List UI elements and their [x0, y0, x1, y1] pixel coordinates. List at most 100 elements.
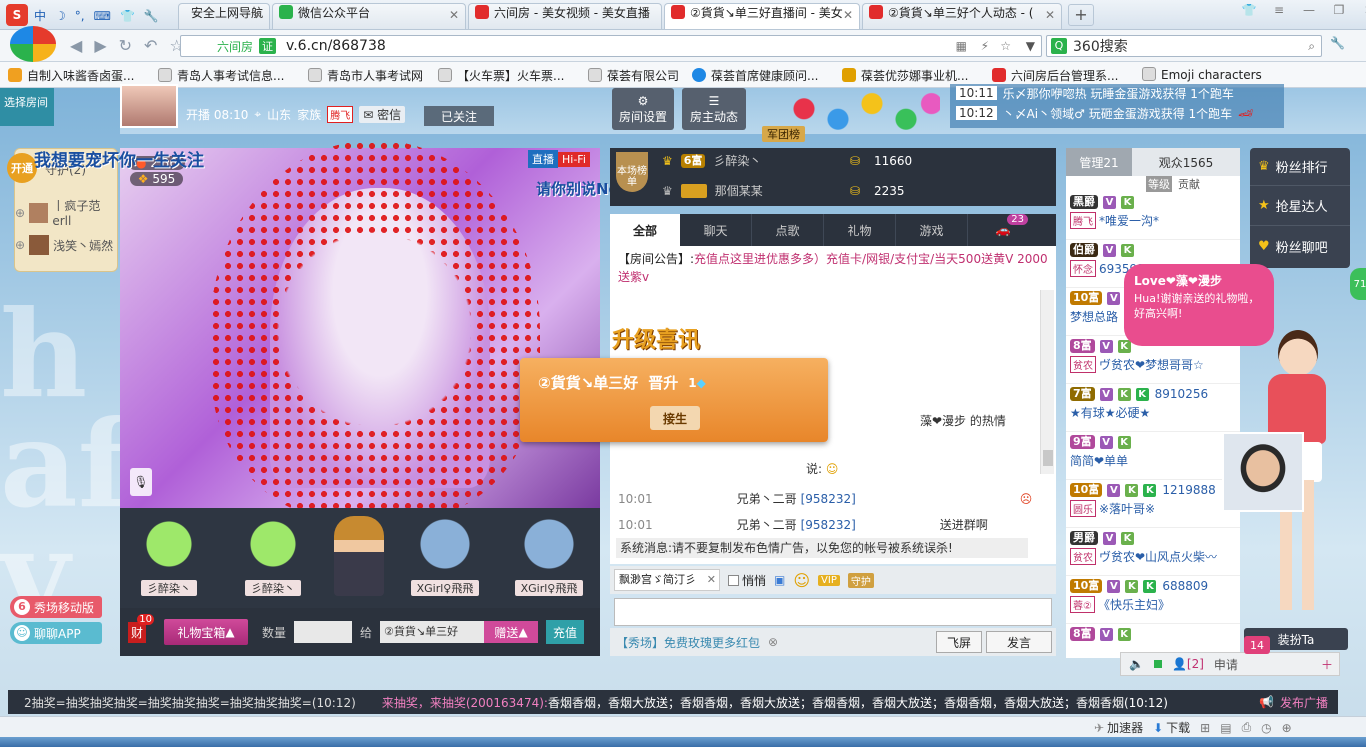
audience-name[interactable]: *唯爱一沟*	[1099, 212, 1159, 229]
audience-name[interactable]: 简简❤单单	[1070, 452, 1128, 469]
recipient-select[interactable]: ②貨貨↘单三好	[380, 621, 485, 643]
room-settings-button[interactable]: ⚙ 房间设置	[612, 88, 674, 130]
punctuation-icon[interactable]: °,	[75, 9, 85, 23]
tools-icon[interactable]: 🔧	[144, 9, 159, 23]
guard-item[interactable]: ⊕ 浅笑丶嫣然	[15, 235, 113, 255]
image-icon[interactable]: ▣	[774, 573, 785, 587]
bookmark-item[interactable]: 葆荟首席健康顾问...	[692, 67, 818, 84]
gift-box-button[interactable]: 礼物宝箱 ▲	[164, 619, 249, 645]
qr-icon[interactable]: ▦	[956, 39, 967, 53]
clock-icon[interactable]: ◷	[1261, 721, 1271, 735]
vip-button[interactable]: VIP	[818, 574, 840, 586]
close-icon[interactable]: ✕	[843, 8, 853, 22]
promo-link[interactable]: 【秀场】免费玫瑰更多红包	[616, 634, 760, 651]
maximize-icon[interactable]: ❐	[1326, 3, 1352, 17]
apply-button[interactable]: 申请	[1214, 656, 1238, 673]
bookmark-item[interactable]: 葆荟优莎娜事业机...	[842, 67, 968, 84]
browser-logo-icon[interactable]: S	[6, 4, 28, 26]
bookmark-item[interactable]: 青岛市人事考试网	[308, 67, 423, 84]
send-button[interactable]: 发言	[986, 631, 1052, 653]
shirt-icon[interactable]: 👕	[1236, 3, 1262, 17]
wrench-icon[interactable]: 🔧	[1330, 36, 1345, 50]
bookmark-item[interactable]: 【火车票】火车票...	[438, 67, 564, 84]
chat-input[interactable]	[614, 598, 1052, 626]
mic-icon[interactable]: 🎙	[130, 468, 152, 496]
accelerator-button[interactable]: ✈ 加速器	[1094, 719, 1143, 736]
menu-icon[interactable]: ≡	[1266, 3, 1292, 17]
bookmark-item[interactable]: Emoji characters	[1142, 67, 1262, 82]
close-window-icon[interactable]: ✕	[1356, 3, 1366, 17]
close-icon[interactable]: ✕	[449, 8, 459, 22]
anchor-avatar[interactable]	[120, 84, 178, 128]
refresh-icon[interactable]: ↻	[119, 36, 132, 55]
undo-icon[interactable]: ↶	[144, 36, 157, 55]
host-photo[interactable]	[1222, 432, 1304, 512]
guard-button[interactable]: 守护	[847, 572, 874, 588]
tab-admins[interactable]: 管理21	[1066, 148, 1132, 176]
audience-row[interactable]: 黑爵 V K 腾飞 *唯爱一沟*	[1066, 192, 1240, 240]
quantity-input[interactable]	[294, 621, 353, 643]
audience-row[interactable]: 10富 V K K 1219888 圆乐 ※落叶哥※	[1066, 480, 1240, 528]
tab-live-room[interactable]: ②貨貨↘单三好直播间 - 美女 ✕	[664, 3, 860, 29]
url-text[interactable]: v.6.cn/868738	[286, 38, 386, 54]
private-message-button[interactable]: ✉ 密信	[359, 106, 406, 123]
new-tab-button[interactable]: +	[1068, 4, 1094, 26]
select-room-tab[interactable]: 选择房间	[0, 88, 54, 126]
back-icon[interactable]: ◀	[70, 36, 82, 55]
gift-user[interactable]: XGirl♀飛飛	[402, 516, 488, 596]
followed-button[interactable]: 已关注	[424, 106, 494, 126]
bookmark-item[interactable]: 葆荟有限公司	[588, 67, 679, 84]
recharge-button[interactable]: 充值	[546, 620, 585, 644]
tab-songs[interactable]: 点歌	[752, 214, 824, 246]
tab-safe-nav[interactable]: 安全上网导航 ✕	[178, 3, 270, 29]
audience-row[interactable]: 男爵 V K 贫农 ヴ贫农❤山风点火柴〰	[1066, 528, 1240, 576]
search-engine-icon[interactable]: Q	[1051, 38, 1067, 54]
audience-name[interactable]: ヴ贫农❤梦想哥哥☆	[1099, 356, 1204, 373]
browser-360-logo[interactable]	[10, 26, 56, 62]
close-icon[interactable]: ✕	[707, 570, 716, 590]
dropdown-icon[interactable]: ▼	[1026, 39, 1035, 53]
host-news-button[interactable]: ☰ 房主动态	[682, 88, 746, 130]
audience-name[interactable]: ★有球★必硬★	[1070, 404, 1150, 421]
tab-audience[interactable]: 观众1565	[1132, 148, 1240, 176]
audience-row[interactable]: 9富 V K 简简❤单单	[1066, 432, 1240, 480]
plus-icon[interactable]: ＋	[1321, 656, 1333, 673]
emoji-icon[interactable]: ☺	[793, 571, 810, 590]
audience-name[interactable]: 《快乐主妇》	[1098, 596, 1170, 613]
gift-user[interactable]: XGirl♀飛飛	[506, 516, 592, 596]
broadcast-button[interactable]: 📢 发布广播	[1249, 690, 1338, 714]
message-count-badge[interactable]: 14	[1244, 636, 1270, 654]
tab-profile[interactable]: ②貨貨↘单三好个人动态 - (✕	[862, 3, 1062, 29]
print-icon[interactable]: ⎙	[1242, 720, 1252, 735]
present-button[interactable]: 赠送 ▲	[484, 621, 539, 643]
bookmark-item[interactable]: 六间房后台管理系...	[992, 67, 1118, 84]
tab-all[interactable]: 全部	[610, 214, 680, 246]
close-icon[interactable]: ✕	[1045, 8, 1055, 22]
flash-icon[interactable]: ⚡	[981, 39, 989, 53]
guard-item[interactable]: ⊕ 丨疯子范erll	[15, 197, 117, 228]
volume-icon[interactable]: 🔈	[1129, 657, 1144, 671]
whisper-checkbox[interactable]: 悄悄	[728, 572, 766, 589]
chat-app-link[interactable]: ☺ 聊聊APP	[10, 622, 102, 644]
gift-user-figure[interactable]	[334, 516, 384, 596]
search-box[interactable]: Q 360搜索 ⌕	[1046, 35, 1322, 57]
tab-gifts[interactable]: 礼物	[824, 214, 896, 246]
audience-row[interactable]: 7富 V K K 8910256 ★有球★必硬★	[1066, 384, 1240, 432]
tab-cars[interactable]: 🚗 23	[968, 214, 1038, 246]
scrollbar-thumb[interactable]	[1043, 450, 1053, 466]
tab-wechat[interactable]: 微信公众平台 ✕	[272, 3, 466, 29]
close-icon[interactable]: ✕	[253, 8, 263, 22]
top-list-row[interactable]: ♛ 那個某某 ⛁ 2235	[662, 182, 905, 199]
checkbox-icon[interactable]	[728, 574, 739, 586]
accept-button[interactable]: 接生	[650, 406, 700, 430]
audience-name[interactable]: 梦想总路	[1070, 308, 1118, 325]
fly-screen-button[interactable]: 飞屏	[936, 631, 982, 653]
bookmark-item[interactable]: 自制入味酱香卤蛋...	[8, 67, 134, 84]
grid-icon[interactable]: ⊞	[1200, 721, 1210, 735]
bookmark-item[interactable]: 青岛人事考试信息...	[158, 67, 284, 84]
grab-star-button[interactable]: ★ 抢星达人	[1250, 186, 1350, 226]
fan-rank-button[interactable]: ♛ 粉丝排行	[1250, 148, 1350, 186]
gift-user[interactable]: 彡醉染丶	[230, 516, 316, 596]
zoom-icon[interactable]: ⊕	[1282, 721, 1292, 735]
top-list-row[interactable]: ♛ 6富 彡醉染丶 ⛁ 11660	[662, 152, 912, 169]
